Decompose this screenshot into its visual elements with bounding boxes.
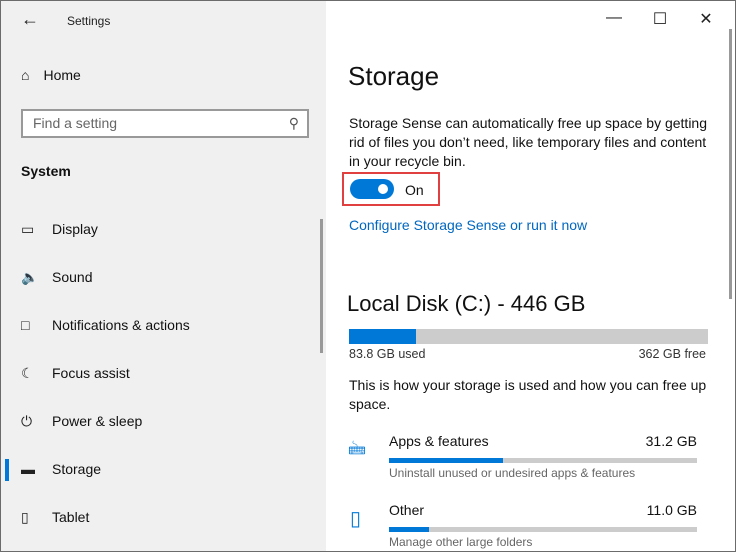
category-bar xyxy=(389,527,697,532)
category-bar-fill xyxy=(389,527,430,532)
home-label: Home xyxy=(43,67,81,83)
category-apps[interactable]: 🖮 Apps & features 31.2 GB Uninstall unus… xyxy=(326,431,726,481)
monitor-icon: ▭ xyxy=(21,220,35,237)
configure-storage-sense-link[interactable]: Configure Storage Sense or run it now xyxy=(349,217,587,233)
toggle-state-label: On xyxy=(405,182,424,198)
search-input[interactable]: Find a setting ⚲ xyxy=(21,109,309,138)
nav-label: Power & sleep xyxy=(52,413,143,429)
nav-label: Tablet xyxy=(52,509,90,525)
nav-label: Sound xyxy=(52,269,93,285)
storage-icon: ▬ xyxy=(21,461,35,477)
category-desc: Uninstall unused or undesired apps & fea… xyxy=(389,466,636,480)
sidebar-item-tablet[interactable]: ▯ Tablet xyxy=(1,497,326,537)
category-size: 31.2 GB xyxy=(645,433,697,449)
minimize-button[interactable]: — xyxy=(591,9,637,27)
nav-label: Storage xyxy=(52,461,102,477)
sidebar-item-focus-assist[interactable]: ☾ Focus assist xyxy=(1,353,326,393)
sidebar-home[interactable]: ⌂ Home xyxy=(21,67,81,83)
nav-label: Display xyxy=(52,221,98,237)
main-pane: — ☐ ✕ Storage Storage Sense can automati… xyxy=(326,1,735,551)
search-icon: ⚲ xyxy=(288,115,299,131)
moon-icon: ☾ xyxy=(21,364,34,381)
disk-usage-fill xyxy=(349,329,417,344)
category-bar-fill xyxy=(389,458,503,463)
sidebar-item-storage[interactable]: ▬ Storage xyxy=(1,449,326,489)
page-title: Storage xyxy=(348,61,440,91)
category-bar xyxy=(389,458,697,463)
maximize-button[interactable]: ☐ xyxy=(637,9,683,29)
window-title: Settings xyxy=(67,14,111,28)
category-desc: Manage other large folders xyxy=(389,535,533,549)
sidebar-item-notifications[interactable]: □ Notifications & actions xyxy=(1,305,326,345)
sidebar-item-display[interactable]: ▭ Display xyxy=(1,209,326,249)
category-size: 11.0 GB xyxy=(646,502,697,518)
home-icon: ⌂ xyxy=(21,67,30,83)
storage-sense-toggle[interactable] xyxy=(350,179,394,199)
storage-sense-description: Storage Sense can automatically free up … xyxy=(349,115,707,169)
nav-label: Notifications & actions xyxy=(52,317,190,333)
sidebar-item-sound[interactable]: 🔈 Sound xyxy=(1,257,326,297)
tablet-icon: ▯ xyxy=(21,508,29,525)
disk-free: 362 GB free xyxy=(638,347,706,361)
category-other[interactable]: ▯ Other 11.0 GB Manage other large folde… xyxy=(326,500,726,550)
main-scrollbar[interactable] xyxy=(729,29,732,299)
notification-icon: □ xyxy=(21,317,30,333)
disk-used: 83.8 GB used xyxy=(349,347,426,361)
disk-usage-bar xyxy=(349,329,708,344)
back-button[interactable]: ← xyxy=(21,9,39,30)
disk-title: Local Disk (C:) - 446 GB xyxy=(347,291,586,316)
speaker-icon: 🔈 xyxy=(21,268,39,285)
sidebar-item-power[interactable]: ⏻ Power & sleep xyxy=(1,401,326,441)
sidebar-scrollbar[interactable] xyxy=(320,219,323,353)
category-name: Other xyxy=(389,502,425,518)
power-icon: ⏻ xyxy=(21,412,33,429)
close-button[interactable]: ✕ xyxy=(683,9,729,29)
section-heading: System xyxy=(21,163,71,179)
search-placeholder: Find a setting xyxy=(33,115,118,131)
usage-description: This is how your storage is used and how… xyxy=(349,377,707,412)
folder-icon: ▯ xyxy=(350,508,362,530)
apps-icon: 🖮 xyxy=(348,439,366,459)
sidebar: ← Settings ⌂ Home Find a setting ⚲ System … xyxy=(1,1,326,551)
nav-label: Focus assist xyxy=(52,365,130,381)
category-name: Apps & features xyxy=(389,433,489,449)
